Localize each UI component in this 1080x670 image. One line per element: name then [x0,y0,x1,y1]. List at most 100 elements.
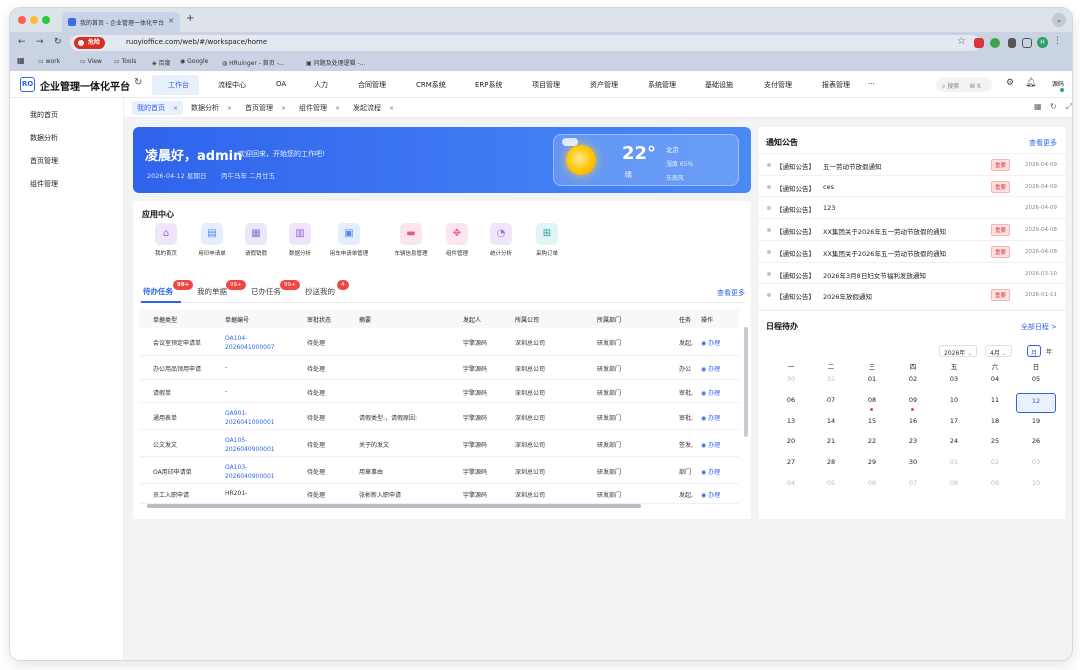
forward-icon[interactable]: → [36,37,44,47]
column-header[interactable]: 发起人 [463,315,481,324]
browser-tab[interactable]: 我的首页 - 企业管理一体化平台 ✕ [62,12,180,32]
calendar-day[interactable]: 06 [771,393,811,413]
calendar-day[interactable]: 01 [934,455,974,475]
handle-action-link[interactable]: ◉ 办理 [701,364,720,373]
page-tab-component-management[interactable]: 组件管理 ✕ [294,101,345,115]
back-icon[interactable]: ← [18,37,26,47]
column-header[interactable]: 任务 [679,315,691,324]
bookmark-issues[interactable]: ▣ 问题及处理逻辑 -... [306,58,365,67]
handle-action-link[interactable]: ◉ 办理 [701,413,720,422]
handle-action-link[interactable]: ◉ 办理 [701,490,720,499]
nav-system[interactable]: 系统管理 [648,80,676,90]
page-tab-my-home[interactable]: 我的首页 ✕ [132,101,184,115]
calendar-day[interactable]: 09 [975,476,1015,496]
bookmark-folder-tools[interactable]: ▭ Tools [114,58,136,65]
calendar-day[interactable]: 19 [1016,414,1056,434]
sidebar-item-component-management[interactable]: 组件管理 [30,179,58,189]
close-tab-icon[interactable]: ✕ [389,105,394,112]
month-select[interactable]: 4月 ⌄ [985,345,1012,357]
handle-action-link[interactable]: ◉ 办理 [701,388,720,397]
nav-payment[interactable]: 支付管理 [764,80,792,90]
calendar-day[interactable]: 03 [934,372,974,392]
nav-hr[interactable]: 人力 [314,80,328,90]
calendar-day[interactable]: 04 [975,372,1015,392]
calendar-day[interactable]: 01 [852,372,892,392]
calendar-day[interactable]: 24 [934,434,974,454]
nav-contract[interactable]: 合同管理 [358,80,386,90]
notice-item[interactable]: 【通知公告】 2026年3月8日妇女节福利发放通知 2026-03-10 [759,261,1065,284]
table-row[interactable]: 通用表单 待处理 请假类型:，请假原因: 宇擎源码 深圳总公司 研发部门 审批, ◉ 办理 OA… [139,403,739,430]
column-header[interactable]: 操作 [701,315,713,324]
calendar-day[interactable]: 05 [1016,372,1056,392]
column-header[interactable]: 所属公司 [515,315,539,324]
table-row[interactable]: 员工入职申请 待处理 张彬新入职申请 宇擎源码 深圳总公司 研发部门 发起, ◉ 办理 HR20… [139,484,739,504]
close-window-button[interactable] [18,16,26,24]
close-tab-icon[interactable]: ✕ [335,105,340,112]
notice-item[interactable]: 【通知公告】 五一劳动节放假通知 重要 2026-04-09 [759,153,1065,175]
notification-bell-icon[interactable]: 🔔︎ [1025,78,1036,88]
year-view-button[interactable]: 年 [1043,345,1055,357]
close-tab-icon[interactable]: ✕ [281,105,286,112]
notice-view-more-link[interactable]: 查看更多 [1029,138,1057,148]
profile-avatar[interactable]: H [1037,37,1048,48]
calendar-day[interactable]: 17 [934,414,974,434]
page-tab-start-process[interactable]: 发起流程 ✕ [348,101,399,115]
url-text[interactable]: ruoyioffice.com/web/#/workspace/home [126,38,267,46]
calendar-day[interactable]: 10 [934,393,974,413]
sidebar-item-my-home[interactable]: 我的首页 [30,110,58,120]
tab-refresh-icon[interactable]: ↻ [1050,102,1057,111]
tab-done-tasks[interactable]: 已办任务 99+ [251,280,300,297]
fullscreen-icon[interactable]: ⤢ [1066,102,1072,112]
close-tab-icon[interactable]: ✕ [168,17,174,25]
new-tab-icon[interactable]: + [186,13,194,24]
minimize-window-button[interactable] [30,16,38,24]
calendar-day[interactable]: 08 [852,393,892,413]
app-shortcut[interactable]: ▣ 用车申请单管理 [319,223,379,257]
security-warning-badge[interactable]: 危险 [74,37,106,49]
table-vertical-scrollbar[interactable] [744,327,748,437]
reload-icon[interactable]: ↻ [54,37,62,47]
tab-my-documents[interactable]: 我的单据 99+ [197,280,246,297]
calendar-day[interactable]: 30 [893,455,933,475]
bookmark-hruinger[interactable]: ◍ HRuinger - 首页 -... [222,58,285,67]
nav-project[interactable]: 项目管理 [532,80,560,90]
nav-crm[interactable]: CRM系统 [416,80,446,90]
year-select[interactable]: 2026年 ⌄ [939,345,978,357]
notice-item[interactable]: 【通知公告】 123 2026-04-09 [759,196,1065,218]
notice-item[interactable]: 【通知公告】 ces 重要 2026-04-09 [759,174,1065,197]
global-search[interactable]: ⌕ 搜索 ⌘ K [936,77,992,92]
extension-red-icon[interactable] [974,38,984,48]
calendar-day[interactable]: 28 [811,455,851,475]
table-row[interactable]: 请假单 待处理 宇擎源码 深圳总公司 研发部门 审批, ◉ 办理 - [139,380,739,403]
calendar-day[interactable]: 13 [771,414,811,434]
calendar-day[interactable]: 02 [975,455,1015,475]
column-header[interactable]: 所属部门 [597,315,621,324]
sidebar-item-data-analysis[interactable]: 数据分析 [30,133,58,143]
nav-infrastructure[interactable]: 基础设施 [705,80,733,90]
handle-action-link[interactable]: ◉ 办理 [701,440,720,449]
calendar-day[interactable]: 09 [893,393,933,413]
cell-document-number[interactable]: OA105- 2026040900001 [225,436,275,454]
bookmark-baidu[interactable]: ◈ 百度 [152,58,171,67]
calendar-day[interactable]: 29 [852,455,892,475]
column-header[interactable]: 摘要 [359,315,371,324]
sidebar-item-home-management[interactable]: 首页管理 [30,156,58,166]
cell-document-number[interactable]: OA901- 2026041000001 [225,409,275,427]
calendar-day[interactable]: 02 [893,372,933,392]
apps-grid-icon[interactable]: ▦ [17,56,25,65]
nav-oa[interactable]: OA [276,80,286,88]
table-row[interactable]: 会议室预定申请单 待处理 宇擎源码 深圳总公司 研发部门 发起, ◉ 办理 OA104- 202… [139,328,739,356]
calendar-day[interactable]: 11 [975,393,1015,413]
tasks-view-more-link[interactable]: 查看更多 [717,288,745,298]
calendar-day[interactable]: 12 [1016,392,1056,413]
nav-workbench[interactable]: 工作台 [152,75,199,95]
table-row[interactable]: 办公用品领用申请 待处理 宇擎源码 深圳总公司 研发部门 办公 ◉ 办理 - [139,356,739,380]
calendar-day[interactable]: 18 [975,414,1015,434]
extensions-puzzle-icon[interactable] [1008,38,1016,48]
page-tab-data-analysis[interactable]: 数据分析 ✕ [186,101,237,115]
calendar-day[interactable]: 14 [811,414,851,434]
calendar-day[interactable]: 15 [852,414,892,434]
table-row[interactable]: OA用印申请单 待处理 用章事由 宇擎源码 深圳总公司 研发部门 部门 ◉ 办理 OA103- 2… [139,457,739,484]
settings-gear-icon[interactable]: ⚙ [1006,78,1014,88]
tab-grid-icon[interactable]: ▦ [1034,102,1042,111]
